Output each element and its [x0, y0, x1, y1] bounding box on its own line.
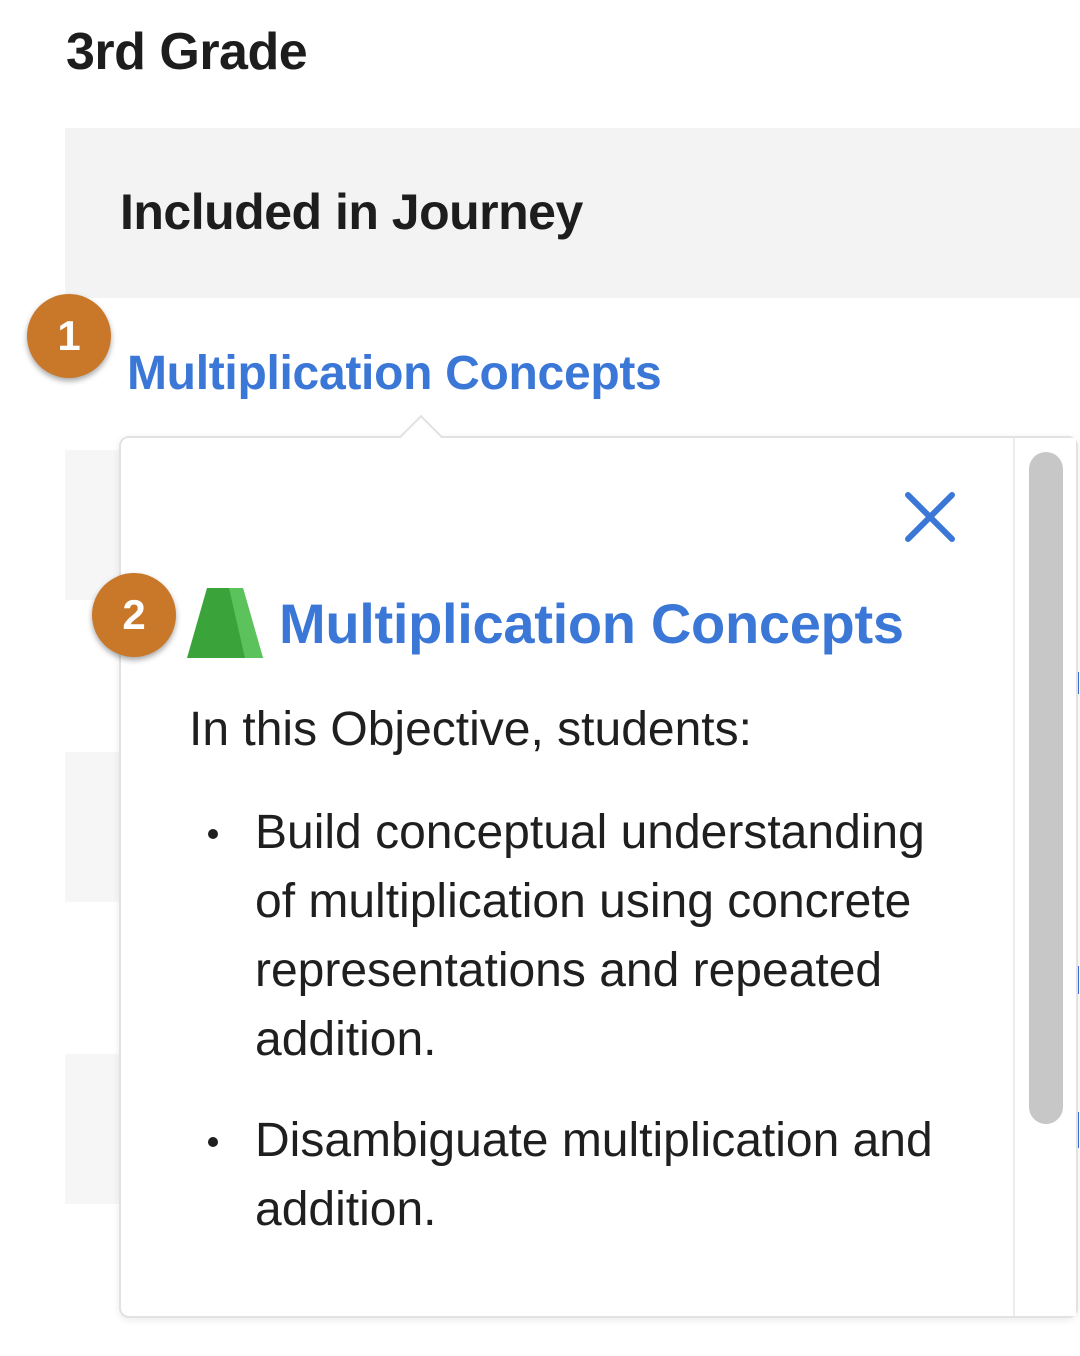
list-row-background: [65, 752, 125, 902]
page: 3rd Grade Included in Journey 1 Multipli…: [0, 0, 1080, 1356]
close-button[interactable]: [899, 486, 961, 548]
scrollbar-thumb[interactable]: [1029, 452, 1063, 1124]
objective-intro: In this Objective, students:: [189, 703, 752, 756]
bullet-text: Build conceptual understanding of multip…: [255, 806, 925, 1066]
bullet-icon: [208, 1137, 218, 1147]
objective-popover: Multiplication Concepts In this Objectiv…: [119, 436, 1078, 1318]
journey-section-header: Included in Journey: [65, 128, 1080, 298]
list-row-background: [65, 1054, 125, 1204]
close-icon: [905, 492, 955, 542]
popover-content: Multiplication Concepts In this Objectiv…: [121, 438, 1013, 1316]
objective-bullet-list: Build conceptual understanding of multip…: [181, 798, 941, 1276]
list-item: Build conceptual understanding of multip…: [181, 798, 941, 1074]
step-badge-1: 1: [27, 294, 111, 378]
bullet-text: Disambiguate multiplication and addition…: [255, 1114, 933, 1236]
objective-link-multiplication-concepts[interactable]: Multiplication Concepts: [127, 346, 662, 401]
step-badge-2: 2: [92, 573, 176, 657]
green-trapezoid-icon: [187, 588, 263, 658]
popover-title-link[interactable]: Multiplication Concepts: [279, 591, 904, 656]
journey-section-label: Included in Journey: [120, 184, 583, 240]
popover-scrollbar[interactable]: [1013, 438, 1076, 1316]
list-item: Disambiguate multiplication and addition…: [181, 1106, 941, 1244]
grade-title: 3rd Grade: [66, 23, 308, 81]
bullet-icon: [208, 829, 218, 839]
popover-title-row: Multiplication Concepts: [187, 588, 904, 658]
